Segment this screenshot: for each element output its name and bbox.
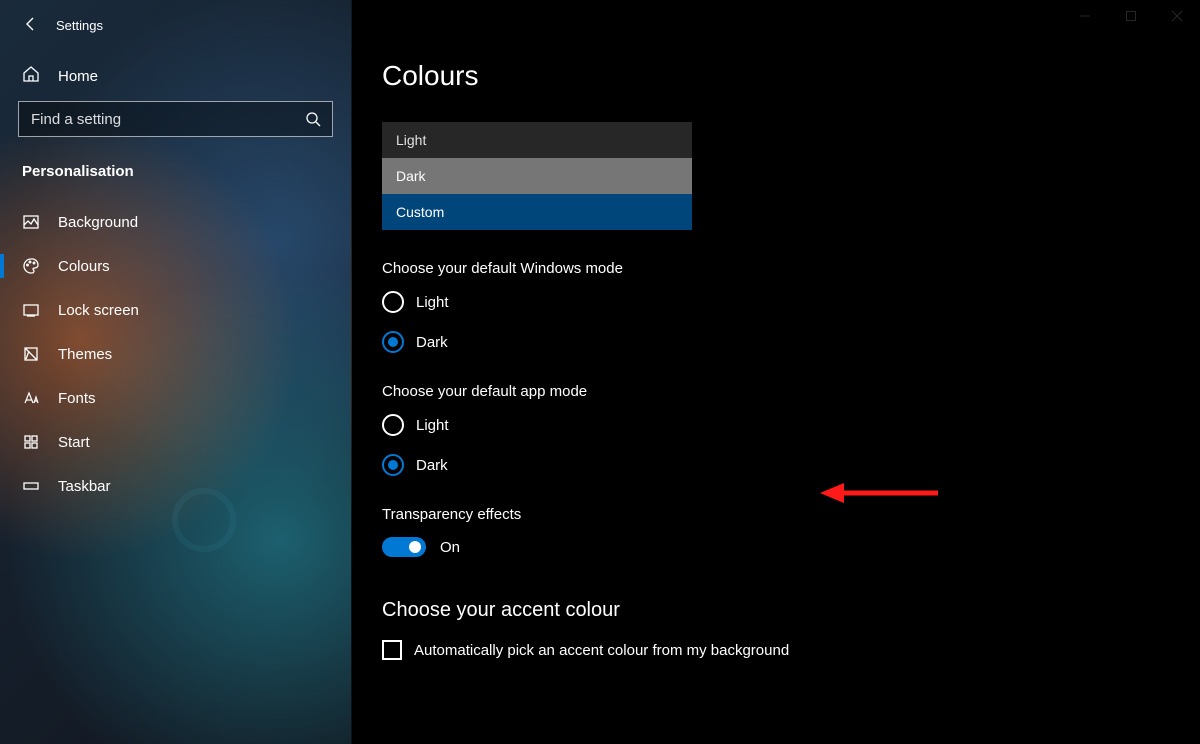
accent-colour-heading: Choose your accent colour xyxy=(382,599,1200,622)
radio-icon xyxy=(382,414,404,436)
main-content: Colours Light Dark Custom Choose your de… xyxy=(352,0,1200,744)
app-mode-light-radio[interactable]: Light xyxy=(382,414,1200,436)
home-icon xyxy=(22,65,40,87)
radio-icon xyxy=(382,291,404,313)
page-title: Colours xyxy=(382,60,1200,92)
sidebar-item-colours[interactable]: Colours xyxy=(0,244,351,288)
transparency-heading: Transparency effects xyxy=(382,506,1200,523)
image-icon xyxy=(22,213,40,231)
checkbox-icon xyxy=(382,640,402,660)
search-input[interactable] xyxy=(18,101,333,137)
themes-icon xyxy=(22,345,40,363)
sidebar-home[interactable]: Home xyxy=(0,59,351,101)
annotation-arrow xyxy=(820,480,940,506)
fonts-icon xyxy=(22,389,40,407)
dropdown-option-custom[interactable]: Custom xyxy=(382,194,692,230)
sidebar-nav: Background Colours Lock screen Themes Fo… xyxy=(0,200,351,508)
auto-accent-label: Automatically pick an accent colour from… xyxy=(414,642,789,659)
windows-mode-heading: Choose your default Windows mode xyxy=(382,260,1200,277)
radio-label: Light xyxy=(416,294,449,311)
colour-mode-dropdown[interactable]: Light Dark Custom xyxy=(382,122,692,230)
sidebar-item-label: Start xyxy=(58,434,90,451)
app-title: Settings xyxy=(56,18,103,33)
radio-label: Dark xyxy=(416,457,448,474)
sidebar-item-lock-screen[interactable]: Lock screen xyxy=(0,288,351,332)
start-icon xyxy=(22,433,40,451)
sidebar-item-start[interactable]: Start xyxy=(0,420,351,464)
sidebar-item-taskbar[interactable]: Taskbar xyxy=(0,464,351,508)
sidebar-item-background[interactable]: Background xyxy=(0,200,351,244)
app-mode-dark-radio[interactable]: Dark xyxy=(382,454,1200,476)
sidebar-item-label: Colours xyxy=(58,258,110,275)
windows-mode-dark-radio[interactable]: Dark xyxy=(382,331,1200,353)
search-icon xyxy=(305,111,321,132)
radio-icon xyxy=(382,454,404,476)
taskbar-icon xyxy=(22,477,40,495)
auto-accent-checkbox-row[interactable]: Automatically pick an accent colour from… xyxy=(382,640,1200,660)
windows-mode-light-radio[interactable]: Light xyxy=(382,291,1200,313)
sidebar-item-label: Fonts xyxy=(58,390,96,407)
transparency-state-label: On xyxy=(440,539,460,556)
sidebar-item-themes[interactable]: Themes xyxy=(0,332,351,376)
dropdown-option-dark[interactable]: Dark xyxy=(382,158,692,194)
maximize-button[interactable] xyxy=(1108,0,1154,32)
lock-screen-icon xyxy=(22,301,40,319)
sidebar-item-fonts[interactable]: Fonts xyxy=(0,376,351,420)
radio-icon xyxy=(382,331,404,353)
radio-label: Light xyxy=(416,417,449,434)
palette-icon xyxy=(22,257,40,275)
close-button[interactable] xyxy=(1154,0,1200,32)
sidebar-section-personalisation: Personalisation xyxy=(0,151,351,200)
sidebar-item-label: Themes xyxy=(58,346,112,363)
app-mode-heading: Choose your default app mode xyxy=(382,383,1200,400)
sidebar: Settings Home Personalisation Background xyxy=(0,0,352,744)
back-button[interactable] xyxy=(22,16,38,35)
radio-label: Dark xyxy=(416,334,448,351)
transparency-toggle[interactable] xyxy=(382,537,426,557)
settings-window: Settings Home Personalisation Background xyxy=(0,0,1200,744)
sidebar-home-label: Home xyxy=(58,68,98,85)
sidebar-item-label: Taskbar xyxy=(58,478,111,495)
window-caption-buttons xyxy=(1062,0,1200,32)
sidebar-item-label: Background xyxy=(58,214,138,231)
sidebar-item-label: Lock screen xyxy=(58,302,139,319)
dropdown-option-light[interactable]: Light xyxy=(382,122,692,158)
minimize-button[interactable] xyxy=(1062,0,1108,32)
